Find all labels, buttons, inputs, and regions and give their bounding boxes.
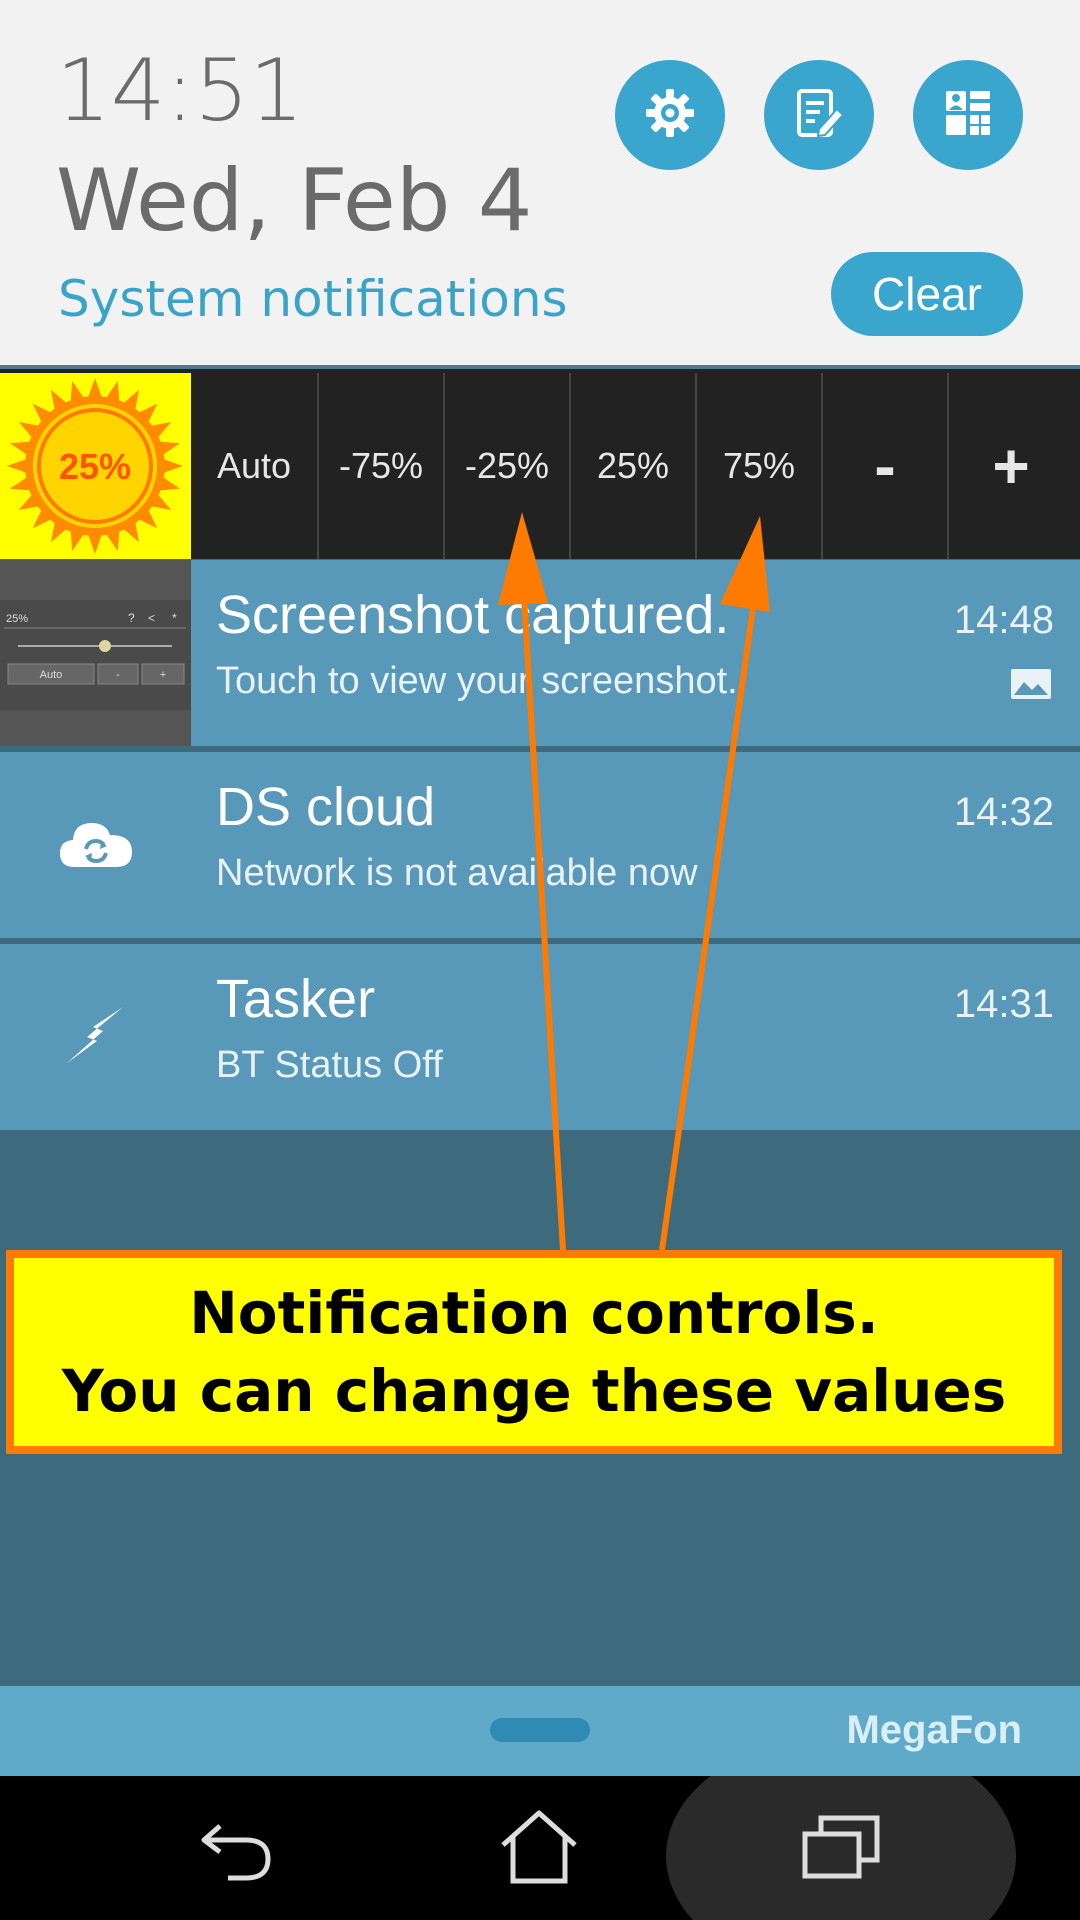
notification-title: Tasker bbox=[216, 969, 376, 1029]
notification-shade-header: 14:51 Wed, Feb 4 System notifications Cl… bbox=[0, 0, 1080, 365]
notification-subtitle: Touch to view your screenshot. bbox=[216, 660, 738, 702]
brightness-minus75-button[interactable]: -75% bbox=[317, 373, 443, 559]
svg-text:<: < bbox=[148, 611, 155, 625]
notification-subtitle: BT Status Off bbox=[216, 1044, 443, 1086]
brightness-levels: Auto -75% -25% 25% 75% - + bbox=[191, 373, 1073, 559]
brightness-minus25-button[interactable]: -25% bbox=[443, 373, 569, 559]
notification-title: Screenshot captured. bbox=[216, 585, 730, 645]
back-icon bbox=[198, 1812, 278, 1886]
brightness-75-button[interactable]: 75% bbox=[695, 373, 821, 559]
divider bbox=[0, 746, 1080, 752]
navigation-bar bbox=[0, 1776, 1080, 1920]
brightness-25-button[interactable]: 25% bbox=[569, 373, 695, 559]
cloud-sync-icon bbox=[58, 815, 134, 875]
recents-icon bbox=[801, 1814, 881, 1884]
carrier-bar: MegaFon bbox=[0, 1686, 1080, 1776]
drag-handle[interactable] bbox=[490, 1718, 590, 1742]
clear-button[interactable]: Clear bbox=[831, 252, 1023, 336]
notification-title: DS cloud bbox=[216, 777, 436, 837]
system-notifications-label: System notifications bbox=[58, 270, 568, 328]
notification-tasker[interactable]: Tasker BT Status Off 14:31 bbox=[0, 944, 1080, 1130]
notification-screenshot[interactable]: 25% ? < * Auto - + Screenshot captured. … bbox=[0, 560, 1080, 746]
annotation-callout: Notification controls. You can change th… bbox=[6, 1250, 1062, 1454]
svg-text:+: + bbox=[160, 669, 166, 681]
notification-time: 14:32 bbox=[953, 790, 1054, 834]
divider bbox=[0, 938, 1080, 944]
carrier-name: MegaFon bbox=[846, 1708, 1022, 1752]
back-button[interactable] bbox=[193, 1804, 283, 1894]
quick-settings-grid-button[interactable] bbox=[913, 60, 1023, 170]
date: Wed, Feb 4 bbox=[56, 151, 533, 251]
brightness-auto-button[interactable]: Auto bbox=[191, 373, 317, 559]
svg-text:?: ? bbox=[128, 611, 135, 625]
svg-text:Auto: Auto bbox=[40, 669, 63, 681]
notification-time: 14:48 bbox=[953, 598, 1054, 642]
lightning-icon bbox=[63, 1005, 129, 1069]
svg-text:*: * bbox=[172, 611, 177, 625]
brightness-increase-button[interactable]: + bbox=[947, 373, 1073, 559]
brightness-decrease-button[interactable]: - bbox=[821, 373, 947, 559]
brightness-sun-icon[interactable]: 25% bbox=[0, 373, 191, 559]
notification-subtitle: Network is not available now bbox=[216, 852, 698, 894]
home-button[interactable] bbox=[494, 1804, 584, 1894]
home-icon bbox=[499, 1809, 579, 1889]
notification-ds-cloud[interactable]: DS cloud Network is not available now 14… bbox=[0, 752, 1080, 938]
screenshot-thumbnail: 25% ? < * Auto - + bbox=[0, 560, 191, 746]
svg-text:-: - bbox=[116, 669, 120, 681]
settings-button[interactable] bbox=[615, 60, 725, 170]
app-grid-icon bbox=[938, 83, 998, 147]
image-icon bbox=[1010, 668, 1052, 704]
thumbnail-label: 25% bbox=[6, 613, 28, 625]
brightness-notification: 25% Auto -75% -25% 25% 75% - + bbox=[0, 365, 1080, 559]
quick-note-button[interactable] bbox=[764, 60, 874, 170]
clock: 14:51 bbox=[56, 41, 304, 141]
settings-icon bbox=[640, 83, 700, 147]
callout-line-1: Notification controls. bbox=[189, 1278, 879, 1347]
recents-button[interactable] bbox=[796, 1804, 886, 1894]
notes-edit-icon bbox=[789, 83, 849, 147]
callout-line-2: You can change these values bbox=[61, 1357, 1007, 1425]
current-brightness-label: 25% bbox=[59, 446, 131, 487]
notification-time: 14:31 bbox=[953, 982, 1054, 1026]
